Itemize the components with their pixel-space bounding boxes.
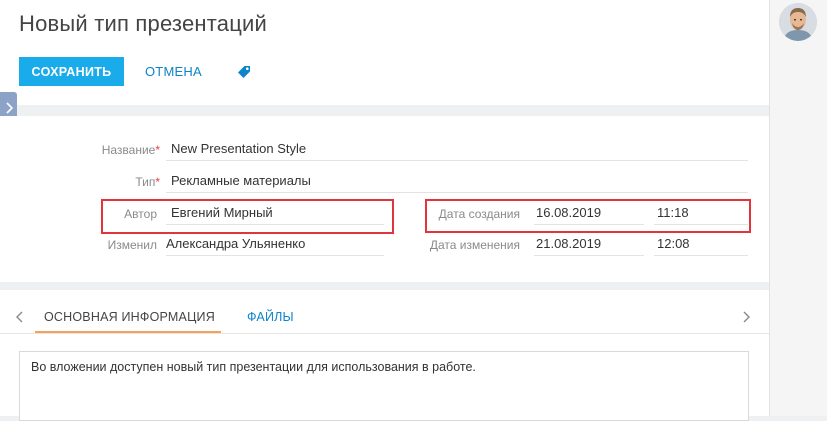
record-fields-card: Название* New Presentation Style Тип* Ре… <box>0 116 769 282</box>
page-header: Новый тип презентаций СОХРАНИТЬ ОТМЕНА <box>0 0 769 105</box>
tabs-scroll-left-icon[interactable] <box>14 310 26 324</box>
tag-icon[interactable] <box>236 64 252 80</box>
modified-label: Дата изменения <box>429 238 520 252</box>
modified-by-field[interactable]: Александра Ульяненко <box>166 236 305 251</box>
tab-main-info[interactable]: ОСНОВНАЯ ИНФОРМАЦИЯ <box>44 310 215 324</box>
author-highlight-box <box>101 199 394 234</box>
save-button[interactable]: СОХРАНИТЬ <box>19 57 124 86</box>
page-title: Новый тип презентаций <box>19 11 267 36</box>
name-field[interactable]: New Presentation Style <box>171 141 306 156</box>
notes-textarea[interactable]: Во вложении доступен новый тип презентац… <box>19 351 749 421</box>
details-card: ОСНОВНАЯ ИНФОРМАЦИЯ ФАЙЛЫ Во вложении до… <box>0 290 769 421</box>
notes-text: Во вложении доступен новый тип презентац… <box>31 360 476 374</box>
cancel-button[interactable]: ОТМЕНА <box>145 57 202 86</box>
user-avatar[interactable] <box>779 3 817 41</box>
tabs-scroll-right-icon[interactable] <box>740 310 752 324</box>
type-label: Тип* <box>135 175 160 189</box>
tab-files[interactable]: ФАЙЛЫ <box>247 310 294 324</box>
modified-date-field[interactable]: 21.08.2019 <box>536 236 601 251</box>
modified-time-field[interactable]: 12:08 <box>657 236 690 251</box>
right-sidebar <box>769 0 827 416</box>
name-label: Название* <box>101 143 160 157</box>
type-field[interactable]: Рекламные материалы <box>171 173 311 188</box>
main-area: Новый тип презентаций СОХРАНИТЬ ОТМЕНА Н… <box>0 0 769 421</box>
created-highlight-box <box>425 199 751 233</box>
modified-by-label: Изменил <box>107 238 157 252</box>
